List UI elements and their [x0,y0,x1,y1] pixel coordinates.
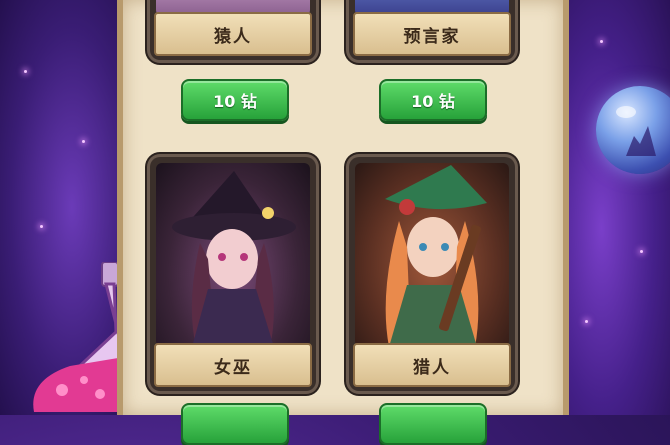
card-name: 猎人 [353,343,511,387]
crystal-ball-icon [596,86,670,174]
sparkle-icon [82,140,85,143]
card-hunter[interactable]: 猎人 [349,157,515,391]
card-art [156,163,310,347]
sparkle-icon [600,40,603,43]
card-witch[interactable]: 女巫 [150,157,316,391]
buy-seer-button[interactable]: 10 钻 [379,79,487,121]
buy-hunter-button[interactable] [379,403,487,445]
sparkle-icon [640,250,643,253]
buy-witch-button[interactable] [181,403,289,445]
sparkle-icon [40,225,43,228]
buy-ape-button[interactable]: 10 钻 [181,79,289,121]
potion-flask-icon [33,262,130,412]
card-art [355,163,509,347]
card-name: 预言家 [353,12,511,56]
sparkle-icon [24,70,27,73]
card-ape[interactable]: 猿人 [150,0,316,60]
card-name: 女巫 [154,343,312,387]
sparkle-icon [585,320,588,323]
card-seer[interactable]: 预言家 [349,0,515,60]
card-name: 猿人 [154,12,312,56]
background-right [556,0,670,415]
